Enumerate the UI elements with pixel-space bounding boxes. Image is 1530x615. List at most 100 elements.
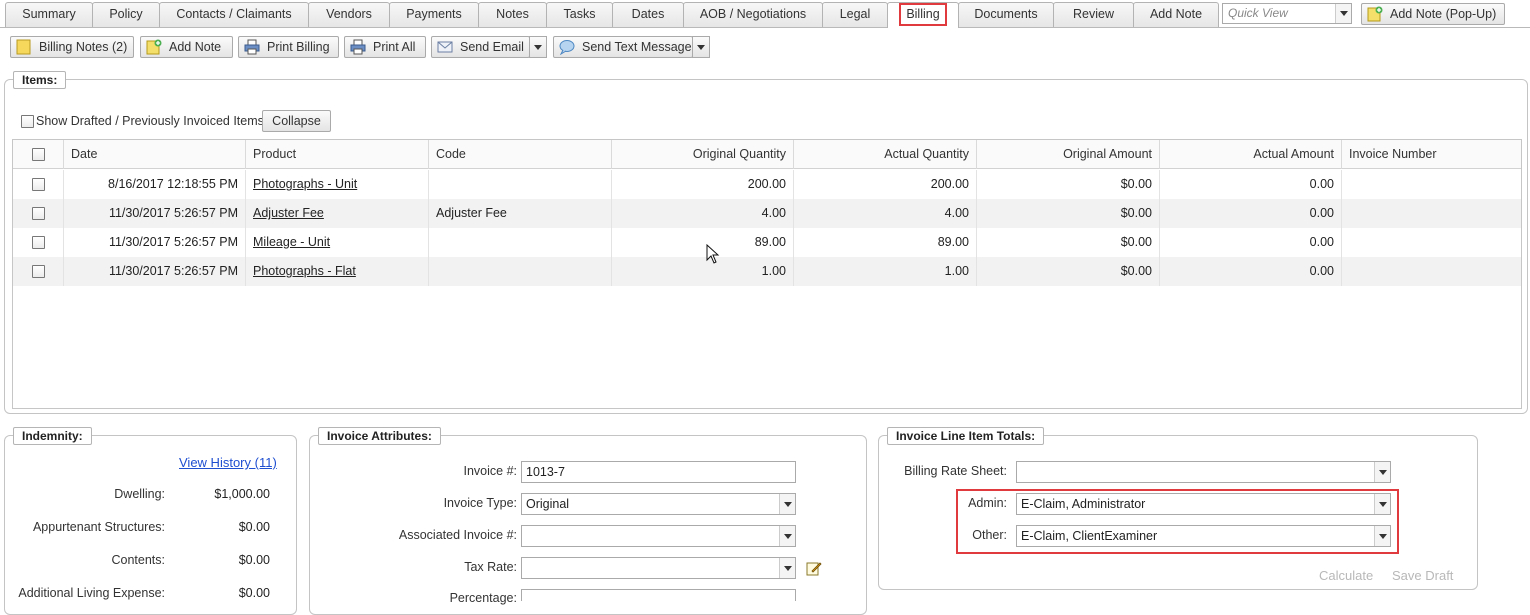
chat-bubble-icon	[559, 40, 575, 55]
product-link[interactable]: Adjuster Fee	[253, 206, 324, 220]
column-header-product[interactable]: Product	[245, 140, 428, 169]
row-invoice-number	[1341, 199, 1521, 228]
chevron-down-icon[interactable]	[779, 526, 795, 546]
send-text-dropdown[interactable]	[692, 36, 710, 58]
column-header-actual-amount[interactable]: Actual Amount	[1159, 140, 1341, 169]
column-header-code[interactable]: Code	[428, 140, 611, 169]
row-actual-amount: 0.00	[1159, 228, 1341, 257]
row-original-quantity: 1.00	[611, 257, 793, 286]
invoice-type-select[interactable]: Original	[521, 493, 796, 515]
row-invoice-number	[1341, 170, 1521, 199]
edit-pencil-icon[interactable]	[806, 560, 822, 576]
tab-billing[interactable]: Billing	[887, 2, 959, 28]
row-checkbox[interactable]	[32, 236, 45, 249]
show-drafted-label: Show Drafted / Previously Invoiced Items	[36, 114, 264, 128]
note-add-icon	[1367, 6, 1383, 22]
row-checkbox[interactable]	[32, 265, 45, 278]
show-drafted-checkbox[interactable]	[21, 115, 34, 128]
other-select[interactable]: E-Claim, ClientExaminer	[1016, 525, 1391, 547]
send-email-button[interactable]: Send Email	[431, 36, 530, 58]
row-invoice-number	[1341, 228, 1521, 257]
row-original-amount: $0.00	[976, 199, 1159, 228]
print-billing-label: Print Billing	[267, 40, 330, 54]
tab-documents[interactable]: Documents	[958, 2, 1054, 27]
invoice-line-item-totals-legend: Invoice Line Item Totals:	[887, 427, 1045, 445]
row-actual-amount: 0.00	[1159, 170, 1341, 199]
save-draft-button[interactable]: Save Draft	[1392, 568, 1453, 583]
add-note-popup-button[interactable]: Add Note (Pop-Up)	[1361, 3, 1505, 25]
tab-summary[interactable]: Summary	[5, 2, 93, 27]
tab-legal[interactable]: Legal	[822, 2, 888, 27]
row-product: Photographs - Flat	[245, 257, 428, 286]
indemnity-legend: Indemnity:	[13, 427, 92, 445]
column-header-actual-quantity[interactable]: Actual Quantity	[793, 140, 976, 169]
chevron-down-icon[interactable]	[1374, 494, 1390, 514]
chevron-down-icon[interactable]	[1335, 4, 1351, 23]
select-all-checkbox[interactable]	[32, 148, 45, 161]
row-actual-quantity: 89.00	[793, 228, 976, 257]
tab-add-note[interactable]: Add Note	[1133, 2, 1219, 27]
row-checkbox[interactable]	[32, 178, 45, 191]
product-link[interactable]: Photographs - Flat	[253, 264, 356, 278]
invoice-number-input[interactable]: 1013-7	[521, 461, 796, 483]
chevron-down-icon[interactable]	[779, 558, 795, 578]
chevron-down-icon[interactable]	[1374, 526, 1390, 546]
tab-dates[interactable]: Dates	[612, 2, 684, 27]
row-product: Photographs - Unit	[245, 170, 428, 199]
tab-billing-label: Billing	[899, 3, 947, 26]
column-header-original-quantity[interactable]: Original Quantity	[611, 140, 793, 169]
tab-tasks[interactable]: Tasks	[546, 2, 613, 27]
dwelling-label: Dwelling:	[114, 487, 165, 501]
grid-header: Date Product Code Original Quantity Actu…	[13, 140, 1521, 169]
tax-rate-select[interactable]	[521, 557, 796, 579]
printer-icon	[244, 39, 260, 55]
tab-notes[interactable]: Notes	[478, 2, 547, 27]
column-header-invoice-number[interactable]: Invoice Number	[1341, 140, 1521, 169]
row-original-quantity: 4.00	[611, 199, 793, 228]
calculate-button[interactable]: Calculate	[1319, 568, 1373, 583]
row-actual-amount: 0.00	[1159, 257, 1341, 286]
row-checkbox[interactable]	[32, 207, 45, 220]
row-original-amount: $0.00	[976, 257, 1159, 286]
tab-review[interactable]: Review	[1053, 2, 1134, 27]
tab-payments[interactable]: Payments	[389, 2, 479, 27]
tab-contacts-claimants[interactable]: Contacts / Claimants	[159, 2, 309, 27]
row-date: 8/16/2017 12:18:55 PM	[63, 170, 245, 199]
tab-policy[interactable]: Policy	[92, 2, 160, 27]
row-original-amount: $0.00	[976, 170, 1159, 199]
column-header-date[interactable]: Date	[63, 140, 245, 169]
admin-select[interactable]: E-Claim, Administrator	[1016, 493, 1391, 515]
product-link[interactable]: Mileage - Unit	[253, 235, 330, 249]
billing-notes-label: Billing Notes (2)	[39, 40, 128, 54]
collapse-button[interactable]: Collapse	[262, 110, 331, 132]
quick-view-select[interactable]: Quick View	[1222, 3, 1352, 24]
row-date: 11/30/2017 5:26:57 PM	[63, 199, 245, 228]
table-row[interactable]: 11/30/2017 5:26:57 PM Photographs - Flat…	[13, 257, 1521, 286]
print-billing-button[interactable]: Print Billing	[238, 36, 339, 58]
send-email-dropdown[interactable]	[529, 36, 547, 58]
chevron-down-icon[interactable]	[1374, 462, 1390, 482]
row-actual-quantity: 4.00	[793, 199, 976, 228]
chevron-down-icon[interactable]	[779, 494, 795, 514]
table-row[interactable]: 11/30/2017 5:26:57 PM Mileage - Unit 89.…	[13, 228, 1521, 257]
row-date: 11/30/2017 5:26:57 PM	[63, 257, 245, 286]
percentage-input[interactable]	[521, 589, 796, 601]
row-code	[428, 257, 611, 286]
send-text-message-button[interactable]: Send Text Message	[553, 36, 693, 58]
associated-invoice-select[interactable]	[521, 525, 796, 547]
table-row[interactable]: 11/30/2017 5:26:57 PM Adjuster Fee Adjus…	[13, 199, 1521, 228]
row-actual-amount: 0.00	[1159, 199, 1341, 228]
table-row[interactable]: 8/16/2017 12:18:55 PM Photographs - Unit…	[13, 170, 1521, 199]
billing-rate-sheet-select[interactable]	[1016, 461, 1391, 483]
billing-notes-button[interactable]: Billing Notes (2)	[10, 36, 134, 58]
mouse-pointer-icon	[706, 244, 720, 264]
invoice-attributes-legend: Invoice Attributes:	[318, 427, 441, 445]
product-link[interactable]: Photographs - Unit	[253, 177, 357, 191]
column-header-original-amount[interactable]: Original Amount	[976, 140, 1159, 169]
tab-aob-negotiations[interactable]: AOB / Negotiations	[683, 2, 823, 27]
print-all-button[interactable]: Print All	[344, 36, 426, 58]
add-note-button[interactable]: Add Note	[140, 36, 233, 58]
tab-vendors[interactable]: Vendors	[308, 2, 390, 27]
appurtenant-structures-label: Appurtenant Structures:	[32, 520, 165, 534]
view-history-link[interactable]: View History (11)	[179, 455, 277, 470]
